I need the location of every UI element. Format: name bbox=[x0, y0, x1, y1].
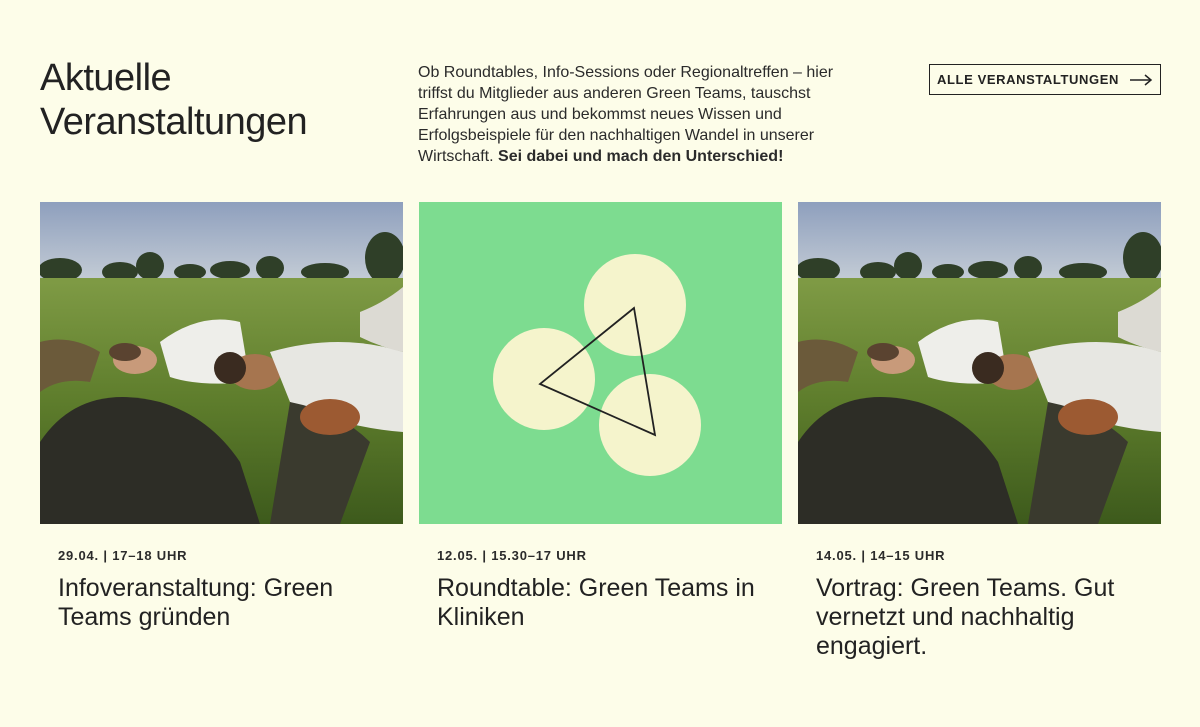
event-date: 14.05. | 14–15 UHR bbox=[816, 548, 946, 563]
page-title-line-1: Aktuelle bbox=[40, 57, 172, 99]
intro-paragraph: Ob Roundtables, Info-Sessions oder Regio… bbox=[418, 62, 868, 167]
event-title[interactable]: Vortrag: Green Teams. Gut vernetzt und n… bbox=[816, 574, 1146, 661]
event-date: 12.05. | 15.30–17 UHR bbox=[437, 548, 587, 563]
event-image-people-in-grass bbox=[798, 202, 1161, 524]
intro-emphasis: Sei dabei und mach den Unterschied! bbox=[498, 148, 784, 165]
all-events-button[interactable]: ALLE VERANSTALTUNGEN bbox=[929, 64, 1161, 95]
event-card[interactable]: 12.05. | 15.30–17 UHR Roundtable: Green … bbox=[419, 202, 782, 632]
event-card[interactable]: 29.04. | 17–18 UHR Infoveranstaltung: Gr… bbox=[40, 202, 403, 632]
event-image-people-in-grass bbox=[40, 202, 403, 524]
event-title[interactable]: Roundtable: Green Teams in Kliniken bbox=[437, 574, 767, 632]
all-events-button-label: ALLE VERANSTALTUNGEN bbox=[937, 72, 1119, 87]
page-title: Aktuelle Veranstaltungen bbox=[40, 56, 308, 144]
event-card[interactable]: 14.05. | 14–15 UHR Vortrag: Green Teams.… bbox=[798, 202, 1161, 661]
event-image-circles-illustration bbox=[419, 202, 782, 524]
arrow-right-icon bbox=[1129, 73, 1153, 86]
page-title-line-2: Veranstaltungen bbox=[40, 101, 308, 143]
event-date: 29.04. | 17–18 UHR bbox=[58, 548, 188, 563]
event-title[interactable]: Infoveranstaltung: Green Teams gründen bbox=[58, 574, 388, 632]
